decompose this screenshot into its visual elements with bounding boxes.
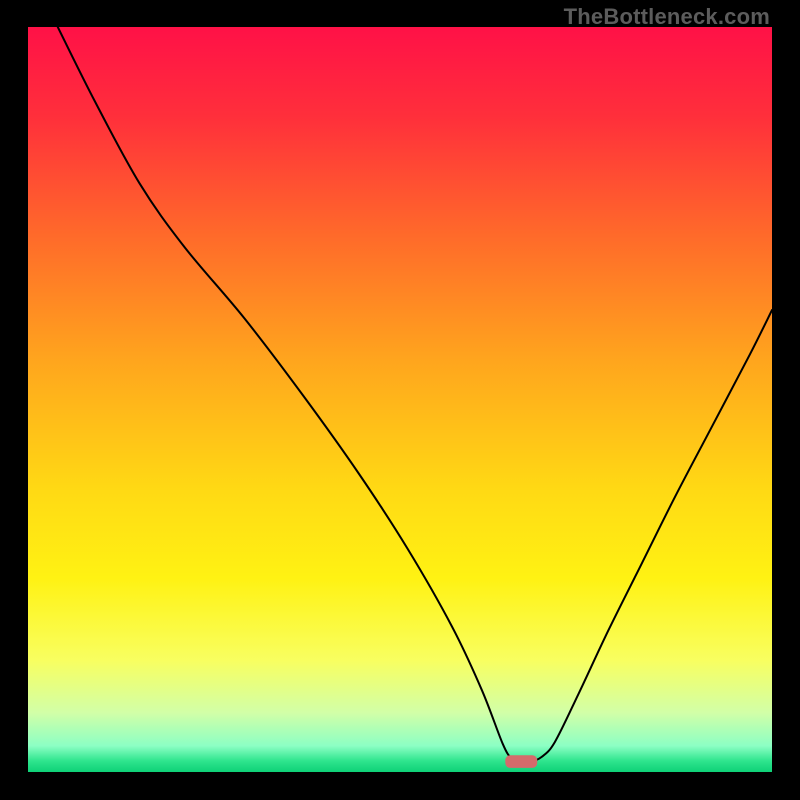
optimal-marker — [505, 755, 537, 768]
chart-container: TheBottleneck.com — [0, 0, 800, 800]
chart-background — [28, 27, 772, 772]
plot-area — [28, 27, 772, 772]
bottleneck-chart — [28, 27, 772, 772]
